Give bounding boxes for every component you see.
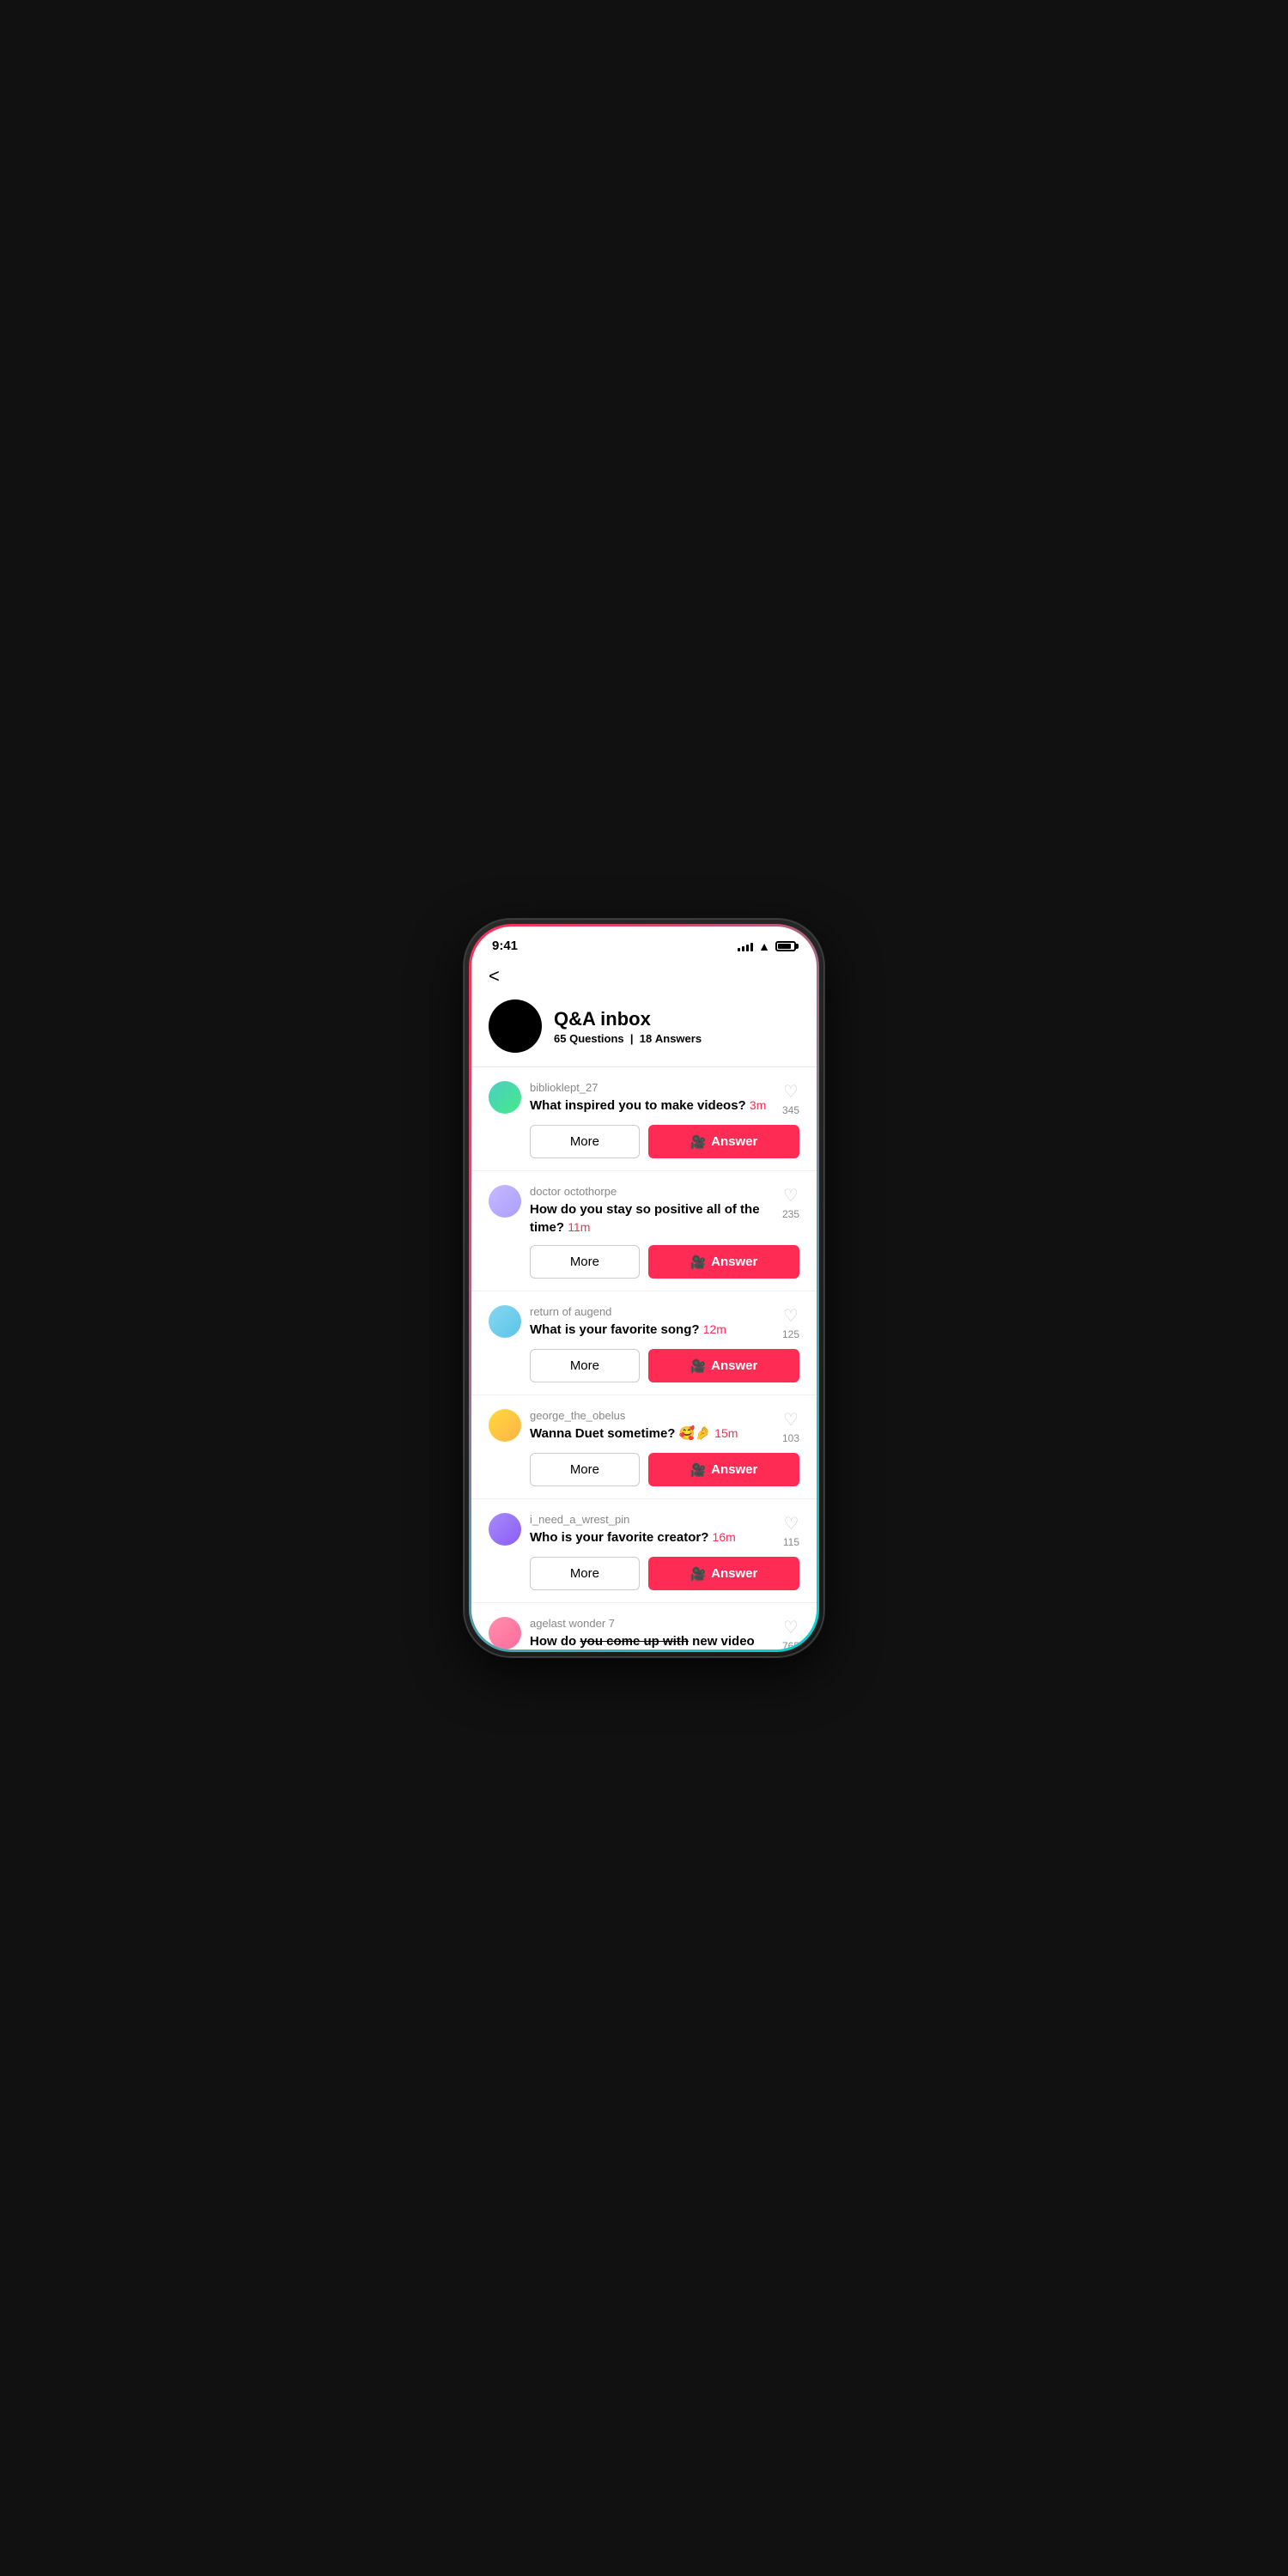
like-count: 345	[782, 1104, 799, 1116]
heart-icon: ♡	[783, 1617, 799, 1638]
username: agelast wonder 7	[530, 1617, 774, 1630]
like-section[interactable]: ♡ 103	[782, 1409, 799, 1444]
header-info: Q&A inbox 65 Questions | 18 Answers	[554, 1008, 702, 1045]
heart-icon: ♡	[783, 1185, 799, 1206]
question-header: george_the_obelus Wanna Duet sometime? 🥰…	[489, 1409, 799, 1444]
question-header: return of augend What is your favorite s…	[489, 1305, 799, 1340]
username: return of augend	[530, 1305, 774, 1318]
avatar	[489, 1513, 521, 1546]
question-item: george_the_obelus Wanna Duet sometime? 🥰…	[471, 1395, 817, 1499]
question-text: Wanna Duet sometime? 🥰🤌 15m	[530, 1425, 774, 1443]
header-stats: 65 Questions | 18 Answers	[554, 1032, 702, 1045]
like-count: 765	[782, 1640, 799, 1649]
username: doctor octothorpe	[530, 1185, 774, 1198]
question-header: i_need_a_wrest_pin Who is your favorite …	[489, 1513, 799, 1548]
status-icons: ▲	[738, 939, 796, 953]
avatar	[489, 1617, 521, 1649]
like-section[interactable]: ♡ 765	[782, 1617, 799, 1649]
wifi-icon: ▲	[758, 939, 770, 953]
battery-icon	[775, 941, 796, 951]
avatar	[489, 1409, 521, 1442]
more-button[interactable]: More	[530, 1349, 640, 1382]
question-header: agelast wonder 7 How do you come up with…	[489, 1617, 799, 1649]
question-item: doctor octothorpe How do you stay so pos…	[471, 1171, 817, 1291]
question-actions: More 🎥 Answer	[489, 1125, 799, 1158]
phone-border: 9:41 ▲ <	[469, 924, 819, 1652]
page-title: Q&A inbox	[554, 1008, 702, 1030]
camera-icon: 🎥	[690, 1462, 706, 1478]
like-count: 125	[782, 1328, 799, 1340]
question-header: doctor octothorpe How do you stay so pos…	[489, 1185, 799, 1236]
more-button[interactable]: More	[530, 1453, 640, 1486]
like-section[interactable]: ♡ 115	[783, 1513, 799, 1548]
avatar	[489, 1305, 521, 1338]
question-actions: More 🎥 Answer	[489, 1245, 799, 1279]
username: biblioklept_27	[530, 1081, 774, 1094]
heart-icon: ♡	[783, 1305, 799, 1327]
questions-list: biblioklept_27 What inspired you to make…	[471, 1067, 817, 1649]
like-count: 235	[782, 1208, 799, 1220]
question-header: biblioklept_27 What inspired you to make…	[489, 1081, 799, 1116]
like-count: 103	[782, 1432, 799, 1444]
answer-button[interactable]: 🎥 Answer	[648, 1349, 799, 1382]
like-section[interactable]: ♡ 345	[782, 1081, 799, 1116]
question-text: What is your favorite song? 12m	[530, 1321, 774, 1339]
more-button[interactable]: More	[530, 1245, 640, 1279]
question-item: agelast wonder 7 How do you come up with…	[471, 1603, 817, 1649]
camera-icon: 🎥	[690, 1134, 706, 1150]
like-count: 115	[783, 1536, 799, 1548]
question-meta: doctor octothorpe How do you stay so pos…	[530, 1185, 774, 1236]
heart-icon: ♡	[783, 1409, 799, 1431]
question-text: How do you come up with new video	[530, 1632, 774, 1649]
more-button[interactable]: More	[530, 1125, 640, 1158]
username: george_the_obelus	[530, 1409, 774, 1422]
question-text: Who is your favorite creator? 16m	[530, 1528, 775, 1546]
phone-screen: 9:41 ▲ <	[471, 927, 817, 1649]
question-text: How do you stay so positive all of the t…	[530, 1200, 774, 1236]
like-section[interactable]: ♡ 235	[782, 1185, 799, 1220]
answer-button[interactable]: 🎥 Answer	[648, 1125, 799, 1158]
question-item: i_need_a_wrest_pin Who is your favorite …	[471, 1499, 817, 1603]
answer-button[interactable]: 🎥 Answer	[648, 1453, 799, 1486]
like-section[interactable]: ♡ 125	[782, 1305, 799, 1340]
question-actions: More 🎥 Answer	[489, 1453, 799, 1486]
username: i_need_a_wrest_pin	[530, 1513, 775, 1526]
more-button[interactable]: More	[530, 1557, 640, 1590]
camera-icon: 🎥	[690, 1255, 706, 1270]
question-text: What inspired you to make videos? 3m	[530, 1097, 774, 1115]
signal-icon	[738, 941, 753, 951]
question-meta: agelast wonder 7 How do you come up with…	[530, 1617, 774, 1649]
status-bar: 9:41 ▲	[471, 927, 817, 960]
question-actions: More 🎥 Answer	[489, 1349, 799, 1382]
question-meta: biblioklept_27 What inspired you to make…	[530, 1081, 774, 1115]
question-meta: return of augend What is your favorite s…	[530, 1305, 774, 1339]
avatar	[489, 1081, 521, 1114]
question-actions: More 🎥 Answer	[489, 1557, 799, 1590]
phone-device: 9:41 ▲ <	[464, 919, 824, 1657]
question-item: return of augend What is your favorite s…	[471, 1291, 817, 1395]
page-header: Q&A inbox 65 Questions | 18 Answers	[471, 993, 817, 1066]
heart-icon: ♡	[783, 1513, 799, 1534]
heart-icon: ♡	[783, 1081, 799, 1103]
camera-icon: 🎥	[690, 1566, 706, 1582]
avatar	[489, 1185, 521, 1218]
question-item: biblioklept_27 What inspired you to make…	[471, 1067, 817, 1171]
question-meta: i_need_a_wrest_pin Who is your favorite …	[530, 1513, 775, 1546]
answer-button[interactable]: 🎥 Answer	[648, 1557, 799, 1590]
back-button[interactable]: <	[471, 960, 817, 993]
question-meta: george_the_obelus Wanna Duet sometime? 🥰…	[530, 1409, 774, 1443]
answer-button[interactable]: 🎥 Answer	[648, 1245, 799, 1279]
status-time: 9:41	[492, 939, 518, 953]
camera-icon: 🎥	[690, 1358, 706, 1374]
profile-avatar	[489, 999, 542, 1053]
